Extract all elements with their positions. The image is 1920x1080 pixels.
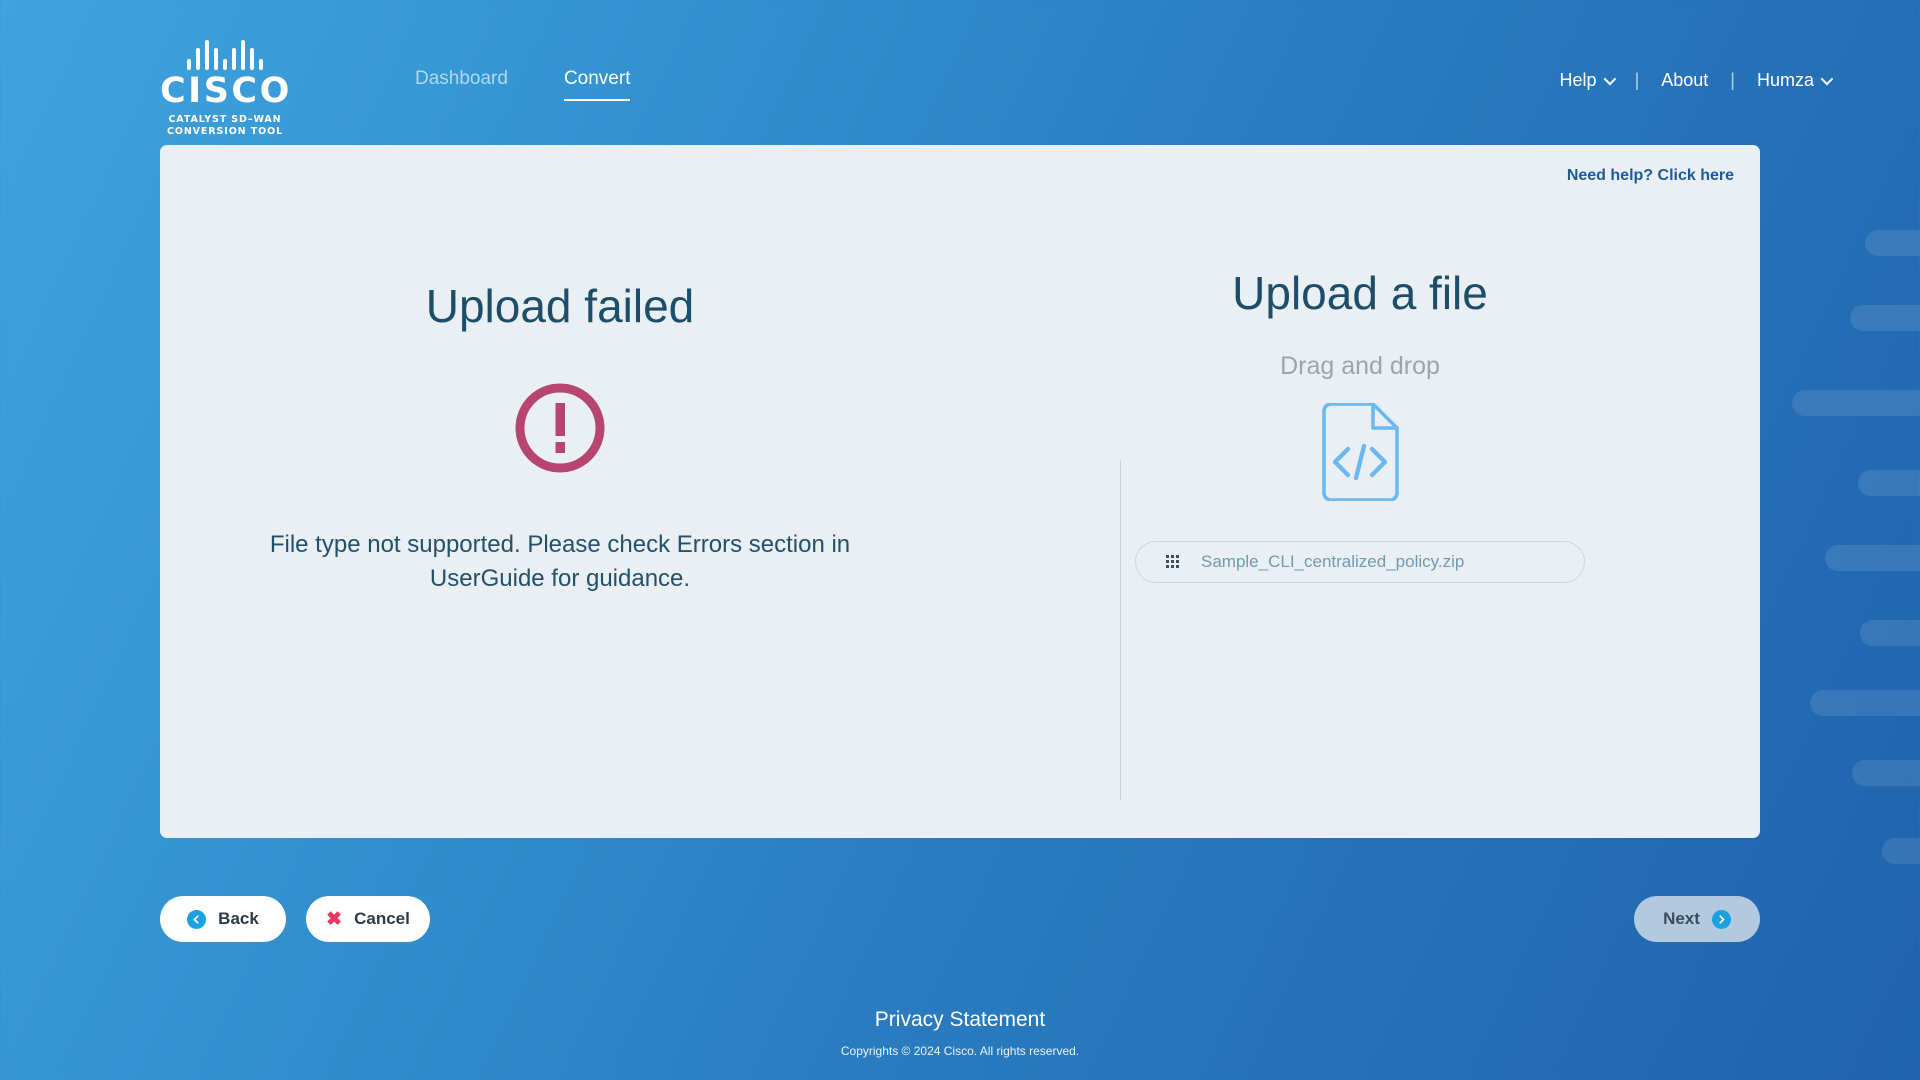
action-bar: Back ✖ Cancel Next Centralized CLI Polic… (0, 880, 1920, 970)
chevron-down-icon (1603, 72, 1616, 86)
page-footer: Privacy Statement Copyrights © 2024 Cisc… (0, 1008, 1920, 1058)
uploaded-file-chip[interactable]: Sample_CLI_centralized_policy.zip (1135, 540, 1585, 583)
arrow-right-circle-icon (1711, 909, 1731, 929)
code-file-icon[interactable] (1316, 402, 1404, 501)
cancel-button-label: Cancel (354, 909, 410, 928)
privacy-statement-link[interactable]: Privacy Statement (875, 1008, 1045, 1031)
upload-file-panel[interactable]: Upload a file Drag and drop Sample_CLI_c… (960, 268, 1760, 838)
upload-failed-title: Upload failed (425, 280, 695, 332)
nav-item-convert[interactable]: Convert (563, 68, 631, 101)
brand-tagline: CATALYST SD–WAN CONVERSION TOOL (160, 114, 290, 138)
help-menu-label: Help (1559, 70, 1597, 90)
app-header: CISCO CATALYST SD–WAN CONVERSION TOOL Da… (0, 0, 1920, 145)
grid-handle-icon (1166, 555, 1179, 569)
copyright-text: Copyrights © 2024 Cisco. All rights rese… (840, 1044, 1080, 1058)
cisco-logo[interactable]: CISCO CATALYST SD–WAN CONVERSION TOOL (160, 40, 290, 138)
arrow-left-circle-icon (187, 909, 207, 929)
drag-and-drop-label: Drag and drop (1280, 351, 1440, 380)
cisco-bars-icon (160, 40, 290, 70)
brand-wordmark: CISCO (160, 71, 292, 111)
chevron-down-icon (1820, 72, 1834, 86)
nav-separator-1: | (1634, 70, 1640, 90)
help-menu[interactable]: Help (1559, 70, 1616, 91)
brand-tagline-line2: CONVERSION TOOL (166, 125, 284, 137)
nav-item-dashboard[interactable]: Dashboard (415, 68, 508, 99)
main-navigation: Dashboard Convert (415, 68, 631, 101)
next-button-label: Next (1663, 909, 1700, 928)
next-button[interactable]: Next (1634, 896, 1760, 942)
brand-tagline-line1: CATALYST SD–WAN (168, 113, 282, 125)
back-button-label: Back (218, 909, 259, 928)
utility-navigation: Help | About | Humza (1559, 70, 1834, 91)
upload-file-title: Upload a file (1232, 267, 1488, 319)
nav-separator-2: | (1730, 70, 1735, 90)
content-card: Need help? Click here Upload failed File… (160, 145, 1760, 838)
user-menu[interactable]: Humza (1756, 70, 1834, 91)
close-x-icon: ✖ (326, 908, 343, 930)
error-exclamation-circle-icon (515, 383, 605, 473)
cancel-button[interactable]: ✖ Cancel (306, 896, 430, 942)
upload-failed-panel: Upload failed File type not supported. P… (160, 275, 960, 838)
need-help-link[interactable]: Need help? Click here (1567, 167, 1734, 185)
error-message: File type not supported. Please check Er… (269, 530, 851, 592)
uploaded-file-name: Sample_CLI_centralized_policy.zip (1201, 551, 1465, 571)
about-link[interactable]: About (1661, 70, 1708, 91)
user-menu-label: Humza (1756, 70, 1814, 90)
back-button[interactable]: Back (160, 896, 286, 942)
